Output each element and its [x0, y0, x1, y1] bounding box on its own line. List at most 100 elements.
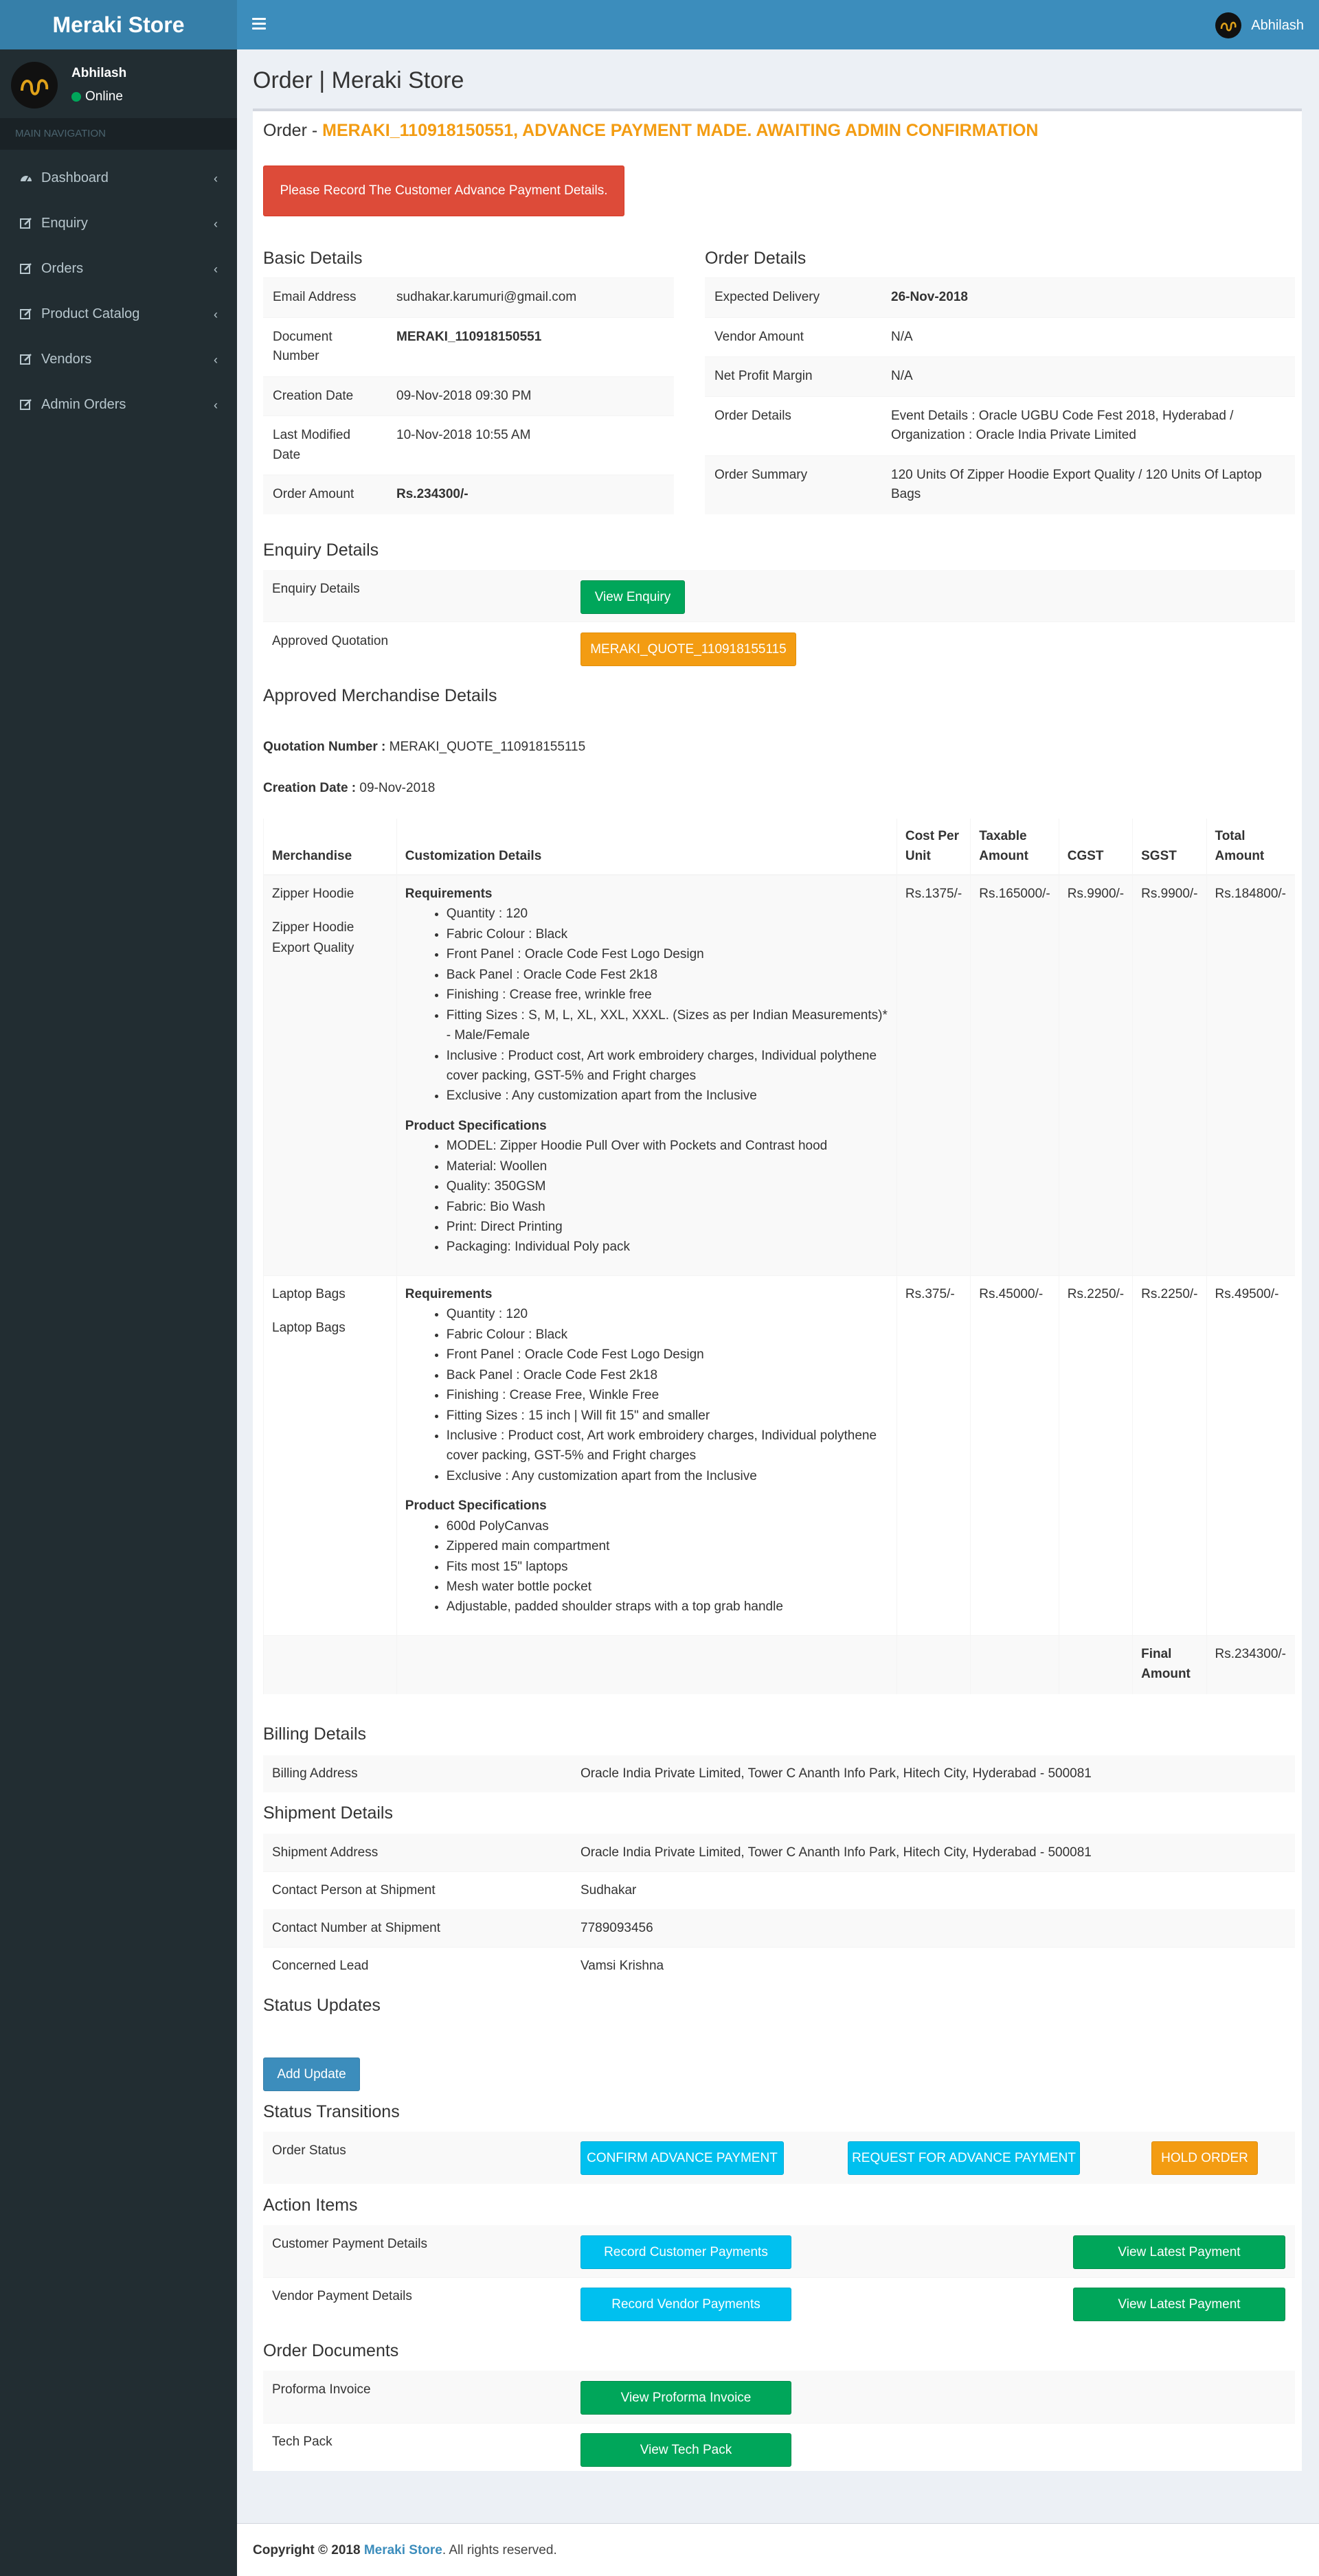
- sidebar-item-label: Enquiry: [41, 215, 88, 231]
- quotation-number-value: MERAKI_QUOTE_110918155115: [389, 740, 586, 754]
- column-header: CGST: [1058, 819, 1133, 876]
- table-row: Laptop Bags Laptop Bags Requirements Qua…: [263, 1275, 1295, 1636]
- order-heading: Order - MERAKI_110918150551, ADVANCE PAY…: [263, 121, 1038, 141]
- order-details-heading: Order Details: [705, 249, 807, 268]
- chevron-left-icon: ‹: [214, 398, 218, 412]
- requirements-heading: Requirements: [405, 887, 493, 901]
- order-summary-value: 120 Units Of Zipper Hoodie Export Qualit…: [881, 455, 1295, 514]
- order-details-table: Expected Delivery 26-Nov-2018 Vendor Amou…: [705, 277, 1295, 514]
- concerned-lead-label: Concerned Lead: [272, 1959, 369, 1973]
- sidebar-item-product-catalog[interactable]: Product Catalog ‹: [0, 291, 237, 337]
- edit-icon: [20, 263, 32, 274]
- view-enquiry-button[interactable]: View Enquiry: [580, 580, 685, 614]
- edit-icon: [20, 354, 32, 365]
- status-transitions-heading: Status Transitions: [263, 2102, 400, 2121]
- view-proforma-invoice-button[interactable]: View Proforma Invoice: [580, 2381, 791, 2415]
- sidebar-item-enquiry[interactable]: Enquiry ‹: [0, 201, 237, 246]
- cgst-amount: Rs.9900/-: [1058, 874, 1133, 1276]
- empty-cell: [896, 1634, 971, 1694]
- list-item: Finishing : Crease free, wrinkle free: [447, 985, 888, 1005]
- record-customer-payments-button[interactable]: Record Customer Payments: [580, 2235, 791, 2269]
- hold-order-button[interactable]: HOLD ORDER: [1151, 2141, 1258, 2175]
- customization-cell: Requirements Quantity : 120 Fabric Colou…: [396, 1275, 897, 1636]
- contact-person-value: Sudhakar: [580, 1883, 637, 1897]
- view-latest-customer-payment-button[interactable]: View Latest Payment: [1073, 2235, 1285, 2269]
- shipment-address-label: Shipment Address: [272, 1845, 379, 1860]
- request-advance-payment-button[interactable]: REQUEST FOR ADVANCE PAYMENT: [848, 2141, 1080, 2175]
- footer: Copyright © 2018 Meraki Store. All right…: [237, 2523, 1319, 2576]
- copyright-text: Copyright © 2018: [253, 2543, 361, 2557]
- online-status: Online: [71, 89, 123, 104]
- column-header: Cost Per Unit: [896, 819, 971, 876]
- list-item: Front Panel : Oracle Code Fest Logo Desi…: [447, 1345, 888, 1365]
- chevron-left-icon: ‹: [214, 217, 218, 231]
- sidebar-item-vendors[interactable]: Vendors ‹: [0, 337, 237, 382]
- order-status-label: Order Status: [272, 2143, 346, 2158]
- row-label: Document Number: [263, 317, 387, 376]
- sidebar-item-label: Vendors: [41, 351, 92, 367]
- add-update-button[interactable]: Add Update: [263, 2058, 360, 2091]
- view-latest-vendor-payment-button[interactable]: View Latest Payment: [1073, 2288, 1285, 2321]
- table-row: Expected Delivery 26-Nov-2018: [705, 277, 1295, 317]
- merchandise-name: Laptop Bags: [272, 1286, 346, 1301]
- specifications-list: MODEL: Zipper Hoodie Pull Over with Pock…: [447, 1136, 888, 1257]
- row-label: Vendor Amount: [705, 317, 881, 357]
- creation-date-value: 09-Nov-2018 09:30 PM: [387, 376, 674, 416]
- list-item: Exclusive : Any customization apart from…: [447, 1086, 888, 1106]
- chevron-left-icon: ‹: [214, 308, 218, 321]
- user-panel: Abhilash Online: [0, 49, 237, 118]
- list-item: Inclusive : Product cost, Art work embro…: [447, 1046, 888, 1086]
- list-item: Mesh water bottle pocket: [447, 1577, 888, 1597]
- proforma-invoice-label: Proforma Invoice: [272, 2382, 371, 2397]
- list-item: Front Panel : Oracle Code Fest Logo Desi…: [447, 944, 888, 964]
- sidebar-item-orders[interactable]: Orders ‹: [0, 246, 237, 291]
- empty-cell: [970, 1634, 1059, 1694]
- action-items-heading: Action Items: [263, 2196, 358, 2215]
- table-row: Email Address sudhakar.karumuri@gmail.com: [263, 277, 674, 317]
- sidebar-item-label: Dashboard: [41, 170, 109, 185]
- merchandise-variant: Zipper Hoodie Export Quality: [272, 920, 354, 955]
- row-label: Order Details: [705, 396, 881, 455]
- sidebar-toggle-icon[interactable]: [252, 18, 266, 30]
- avatar: [1215, 12, 1242, 38]
- view-tech-pack-button[interactable]: View Tech Pack: [580, 2433, 791, 2467]
- list-item: Adjustable, padded shoulder straps with …: [447, 1597, 888, 1617]
- table-row: Creation Date 09-Nov-2018 09:30 PM: [263, 376, 674, 416]
- total-amount: Rs.49500/-: [1206, 1275, 1295, 1636]
- list-item: Zippered main compartment: [447, 1536, 888, 1556]
- shipment-address-value: Oracle India Private Limited, Tower C An…: [580, 1845, 1092, 1860]
- cgst-amount: Rs.2250/-: [1058, 1275, 1133, 1636]
- approved-quotation-button[interactable]: MERAKI_QUOTE_110918155115: [580, 632, 796, 666]
- list-item: MODEL: Zipper Hoodie Pull Over with Pock…: [447, 1136, 888, 1156]
- order-status-highlight: MERAKI_110918150551, ADVANCE PAYMENT MAD…: [322, 121, 1039, 140]
- user-menu[interactable]: Abhilash: [1215, 12, 1304, 38]
- dashboard-icon: [21, 176, 32, 182]
- record-vendor-payments-button[interactable]: Record Vendor Payments: [580, 2288, 791, 2321]
- sgst-amount: Rs.2250/-: [1132, 1275, 1206, 1636]
- sidebar-item-label: Admin Orders: [41, 396, 126, 412]
- requirements-list: Quantity : 120 Fabric Colour : Black Fro…: [447, 1304, 888, 1486]
- merchandise-cell: Zipper Hoodie Zipper Hoodie Export Quali…: [263, 874, 397, 1276]
- edit-icon: [20, 218, 32, 229]
- row-label: Email Address: [263, 277, 387, 317]
- confirm-advance-payment-button[interactable]: CONFIRM ADVANCE PAYMENT: [580, 2141, 784, 2175]
- final-amount-value: Rs.234300/-: [1206, 1634, 1295, 1694]
- list-item: 600d PolyCanvas: [447, 1516, 888, 1536]
- row-label: Creation Date: [263, 376, 387, 416]
- sidebar-item-admin-orders[interactable]: Admin Orders ‹: [0, 382, 237, 427]
- footer-brand-link[interactable]: Meraki Store: [364, 2543, 442, 2557]
- merchandise-name: Zipper Hoodie: [272, 887, 354, 901]
- record-advance-payment-alert-button[interactable]: Please Record The Customer Advance Payme…: [263, 166, 624, 216]
- table-row: Order Summary 120 Units Of Zipper Hoodie …: [705, 455, 1295, 514]
- billing-address-label: Billing Address: [272, 1766, 358, 1781]
- sidebar-item-dashboard[interactable]: Dashboard ‹: [0, 155, 237, 201]
- table-row: Order Amount Rs.234300/-: [263, 475, 674, 514]
- total-amount: Rs.184800/-: [1206, 874, 1295, 1276]
- app-logo[interactable]: Meraki Store: [0, 0, 237, 49]
- list-item: Back Panel : Oracle Code Fest 2k18: [447, 1365, 888, 1385]
- creation-date-value: 09-Nov-2018: [359, 781, 436, 795]
- final-amount-label: Final Amount: [1132, 1634, 1206, 1694]
- table-row: Document Number MERAKI_110918150551: [263, 317, 674, 376]
- document-number-value: MERAKI_110918150551: [387, 317, 674, 376]
- cost-per-unit: Rs.375/-: [896, 1275, 971, 1636]
